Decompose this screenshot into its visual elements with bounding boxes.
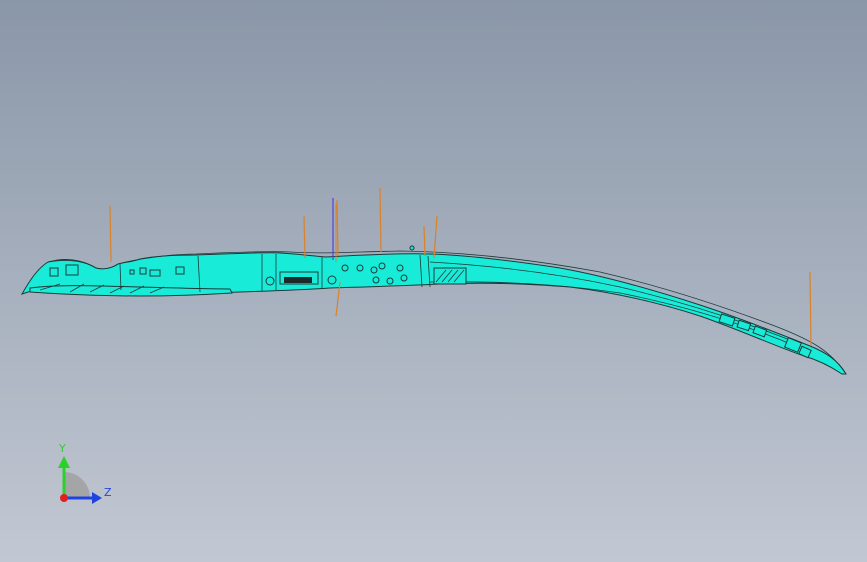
center-bracket-bar — [284, 277, 312, 283]
left-end-hole[interactable] — [49, 267, 59, 277]
center-bracket-boss[interactable] — [265, 276, 275, 286]
triad-z-arrow — [92, 492, 102, 504]
model-view[interactable] — [0, 0, 867, 562]
triad-y-arrow — [58, 456, 70, 468]
triad-y-label: Y — [58, 442, 66, 455]
left-end-feature[interactable] — [65, 264, 79, 276]
triad-x-axis-dot — [60, 494, 68, 502]
triad-plane — [64, 472, 90, 498]
cad-viewport[interactable]: Y Z — [0, 0, 867, 562]
middle-slot[interactable] — [433, 267, 467, 285]
orientation-triad[interactable]: Y Z — [40, 436, 130, 516]
center-clip[interactable] — [327, 275, 337, 285]
triad-z-label: Z — [104, 486, 112, 499]
